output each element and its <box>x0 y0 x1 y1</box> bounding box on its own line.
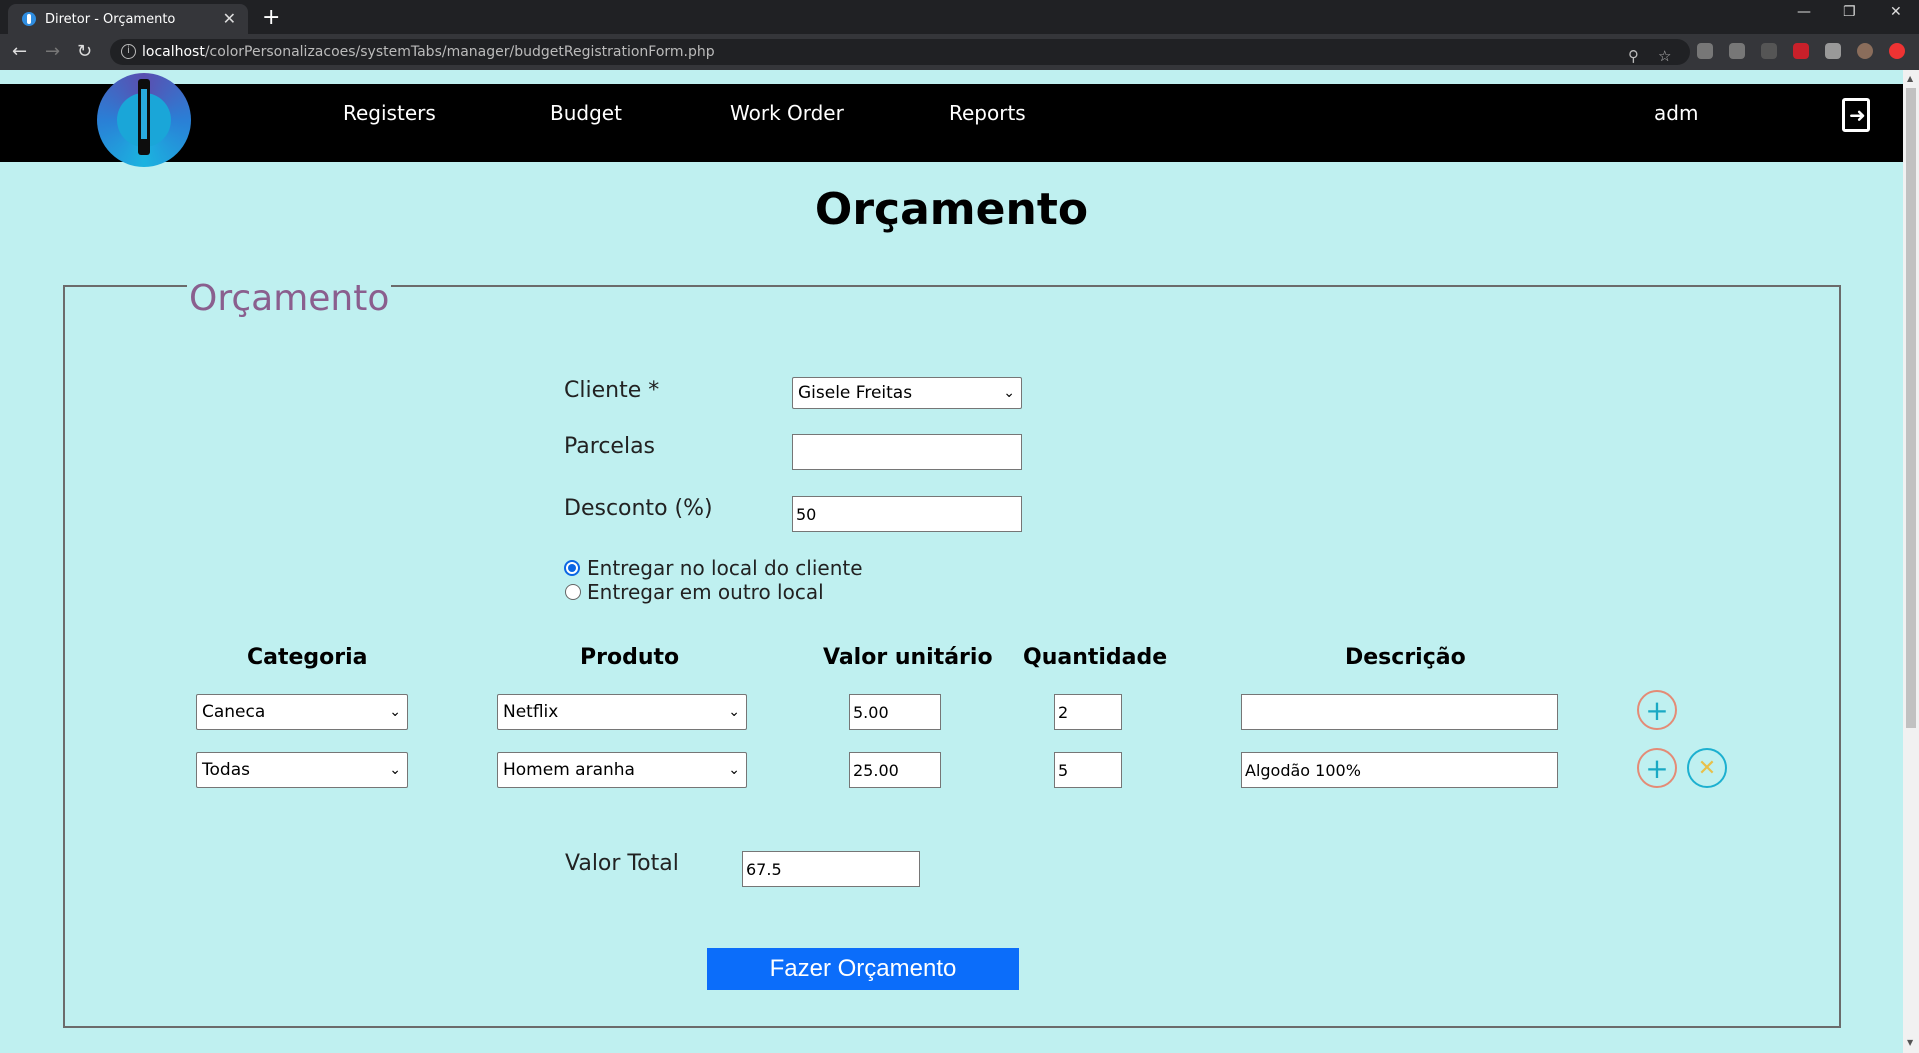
delivery-other-radio[interactable] <box>565 584 581 600</box>
favicon-icon <box>22 12 36 26</box>
column-header-categoria: Categoria <box>247 645 368 670</box>
valor-unitario-input[interactable] <box>849 752 941 788</box>
parcelas-input[interactable] <box>792 434 1022 470</box>
minimize-button[interactable]: — <box>1797 4 1811 20</box>
zoom-icon[interactable]: ⚲ <box>1628 43 1639 69</box>
nav-budget[interactable]: Budget <box>550 101 622 125</box>
extension-icon[interactable] <box>1761 43 1777 59</box>
fieldset-legend: Orçamento <box>187 278 392 319</box>
delivery-client-radio[interactable] <box>564 560 580 576</box>
nav-reports[interactable]: Reports <box>949 101 1026 125</box>
chevron-down-icon: ⌄ <box>728 704 740 720</box>
tab-title: Diretor - Orçamento <box>45 11 176 27</box>
column-header-valor-unitario: Valor unitário <box>823 645 993 670</box>
column-header-descricao: Descrição <box>1345 645 1466 670</box>
scrollbar-thumb[interactable] <box>1906 88 1916 728</box>
chevron-down-icon: ⌄ <box>728 762 740 778</box>
parcelas-label: Parcelas <box>564 434 656 459</box>
column-header-produto: Produto <box>580 645 680 670</box>
new-tab-button[interactable]: + <box>262 5 280 30</box>
add-row-button[interactable]: + <box>1637 690 1677 730</box>
chevron-down-icon: ⌄ <box>389 762 401 778</box>
url-input[interactable]: i localhost/colorPersonalizacoes/systemT… <box>110 39 1690 65</box>
cliente-select[interactable]: Gisele Freitas ⌄ <box>792 377 1022 409</box>
nav-user[interactable]: adm <box>1654 101 1698 125</box>
profile-avatar[interactable] <box>1857 43 1873 59</box>
restore-button[interactable]: ❐ <box>1843 4 1856 20</box>
produto-select-value: Netflix <box>503 702 559 722</box>
descricao-input[interactable] <box>1241 694 1558 730</box>
browser-tab[interactable]: Diretor - Orçamento ✕ <box>8 4 248 34</box>
close-window-button[interactable]: ✕ <box>1890 4 1902 20</box>
cliente-select-value: Gisele Freitas <box>798 383 913 403</box>
forward-icon[interactable]: → <box>45 41 60 62</box>
tab-close-icon[interactable]: ✕ <box>223 9 236 28</box>
submit-budget-button[interactable]: Fazer Orçamento <box>707 948 1019 990</box>
categoria-select[interactable]: Todas ⌄ <box>196 752 408 788</box>
extension-icon[interactable] <box>1729 43 1745 59</box>
address-bar: ← → ↻ i localhost/colorPersonalizacoes/s… <box>0 34 1919 70</box>
logout-icon[interactable] <box>1842 98 1870 132</box>
update-icon[interactable] <box>1889 43 1905 59</box>
remove-row-button[interactable]: ✕ <box>1687 748 1727 788</box>
logo[interactable] <box>97 73 191 167</box>
chevron-down-icon: ⌄ <box>389 704 401 720</box>
quantidade-input[interactable] <box>1054 752 1122 788</box>
url-host: localhost <box>142 44 205 60</box>
url-path: /colorPersonalizacoes/systemTabs/manager… <box>204 44 715 60</box>
extension-icon[interactable] <box>1697 43 1713 59</box>
extension-icon[interactable] <box>1793 43 1809 59</box>
page-title: Orçamento <box>814 184 1089 235</box>
add-row-button[interactable]: + <box>1637 748 1677 788</box>
categoria-select-value: Caneca <box>202 702 266 722</box>
valor-total-input[interactable] <box>742 851 920 887</box>
valor-total-label: Valor Total <box>565 851 679 876</box>
quantidade-input[interactable] <box>1054 694 1122 730</box>
site-info-icon[interactable]: i <box>121 44 136 59</box>
back-icon[interactable]: ← <box>12 41 27 62</box>
categoria-select[interactable]: Caneca ⌄ <box>196 694 408 730</box>
desconto-label: Desconto (%) <box>564 496 713 521</box>
produto-select[interactable]: Netflix ⌄ <box>497 694 747 730</box>
categoria-select-value: Todas <box>202 760 250 780</box>
produto-select[interactable]: Homem aranha ⌄ <box>497 752 747 788</box>
bookmark-star-icon[interactable]: ☆ <box>1658 43 1671 69</box>
pencil-icon <box>138 79 150 155</box>
cliente-label: Cliente * <box>564 378 660 403</box>
browser-tab-bar: Diretor - Orçamento ✕ + — ❐ ✕ <box>0 0 1919 34</box>
nav-registers[interactable]: Registers <box>343 101 436 125</box>
scroll-down-icon[interactable]: ▼ <box>1907 1038 1913 1047</box>
extensions-puzzle-icon[interactable] <box>1825 43 1841 59</box>
nav-work-order[interactable]: Work Order <box>730 101 844 125</box>
reload-icon[interactable]: ↻ <box>77 41 92 62</box>
produto-select-value: Homem aranha <box>503 760 635 780</box>
delivery-other-label: Entregar em outro local <box>587 580 824 604</box>
scroll-up-icon[interactable]: ▲ <box>1907 74 1913 83</box>
chevron-down-icon: ⌄ <box>1003 385 1015 401</box>
descricao-input[interactable] <box>1241 752 1558 788</box>
valor-unitario-input[interactable] <box>849 694 941 730</box>
page-scrollbar[interactable]: ▲ ▼ <box>1903 70 1919 1053</box>
column-header-quantidade: Quantidade <box>1023 645 1168 670</box>
delivery-client-label: Entregar no local do cliente <box>587 556 863 580</box>
desconto-input[interactable] <box>792 496 1022 532</box>
